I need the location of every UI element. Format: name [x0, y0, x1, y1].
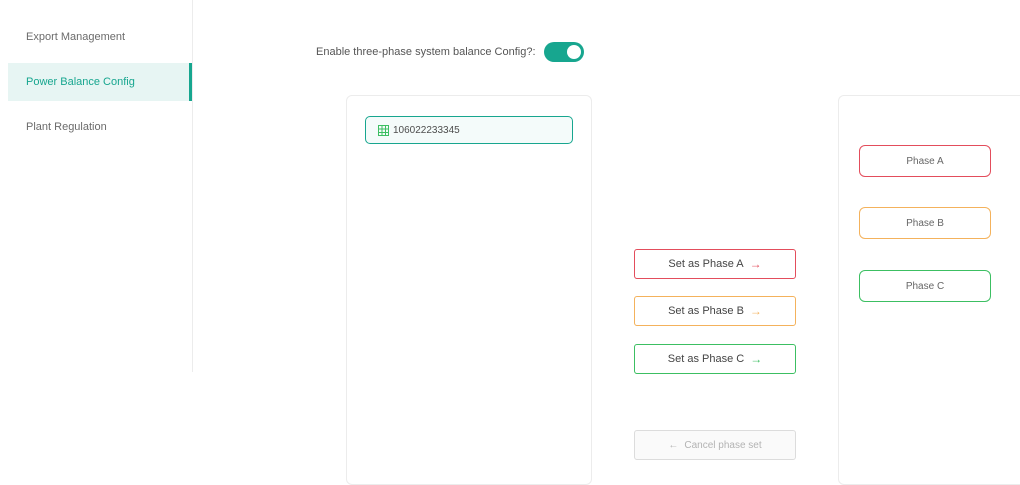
arrow-left-icon: ←	[668, 439, 679, 451]
balance-config-label: Enable three-phase system balance Config…	[316, 46, 536, 58]
set-phase-a-button[interactable]: Set as Phase A →	[634, 249, 796, 279]
sidebar: Export Management Power Balance Config P…	[0, 0, 193, 372]
phase-c-label: Phase C	[905, 280, 945, 292]
phase-a-box[interactable]: Phase A	[859, 145, 991, 177]
sidebar-item-label: Export Management	[26, 31, 126, 43]
sidebar-item-export-management[interactable]: Export Management	[8, 18, 192, 56]
set-phase-b-label: Set as Phase B	[668, 305, 744, 317]
cancel-phase-set-label: Cancel phase set	[684, 439, 762, 451]
set-phase-c-button[interactable]: Set as Phase C →	[634, 344, 796, 374]
balance-config-row: Enable three-phase system balance Config…	[316, 42, 584, 62]
sidebar-item-label: Plant Regulation	[26, 121, 107, 133]
phase-c-box[interactable]: Phase C	[859, 270, 991, 302]
device-list-panel: 106022233345	[346, 95, 592, 485]
device-serial: 106022233345	[393, 124, 460, 136]
device-item[interactable]: 106022233345	[365, 116, 573, 144]
balance-config-toggle[interactable]	[543, 42, 584, 62]
sidebar-item-label: Power Balance Config	[26, 76, 135, 88]
phase-b-box[interactable]: Phase B	[859, 207, 991, 239]
set-phase-c-label: Set as Phase C	[667, 353, 745, 365]
toggle-knob	[566, 45, 581, 59]
phase-a-label: Phase A	[906, 155, 944, 167]
arrow-right-icon: →	[749, 304, 762, 318]
phase-b-label: Phase B	[906, 217, 944, 229]
arrow-right-icon: →	[750, 352, 763, 366]
arrow-right-icon: →	[749, 257, 762, 271]
set-phase-a-label: Set as Phase A	[668, 258, 744, 270]
cancel-phase-set-button[interactable]: ← Cancel phase set	[634, 430, 796, 460]
set-phase-b-button[interactable]: Set as Phase B →	[634, 296, 796, 326]
sidebar-item-power-balance-config[interactable]: Power Balance Config	[8, 63, 192, 101]
sidebar-item-plant-regulation[interactable]: Plant Regulation	[8, 108, 192, 146]
phase-list-panel: Phase A Phase B Phase C	[838, 95, 1020, 485]
grid-icon	[378, 124, 389, 136]
